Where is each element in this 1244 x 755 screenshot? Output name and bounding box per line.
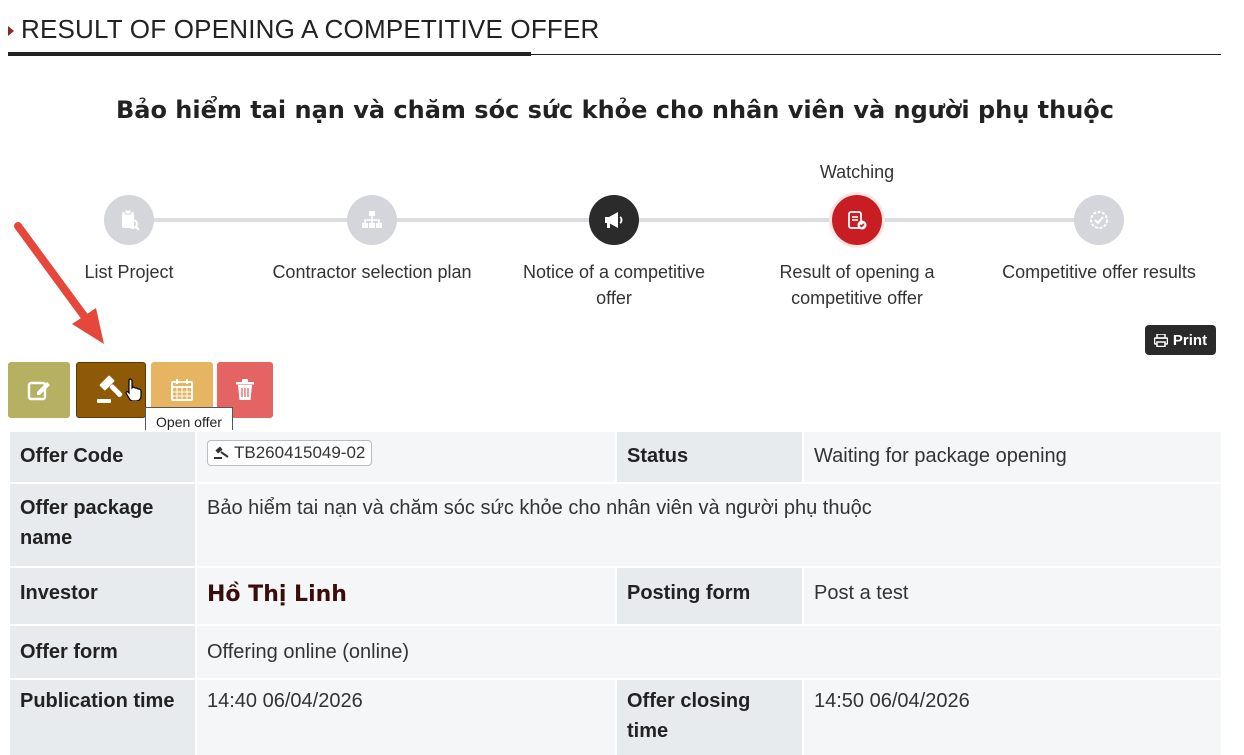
step-label: Contractor selection plan [272,262,472,282]
progress-stepper: Watching List Project Contractor selecti… [0,160,1244,320]
red-arrow-annotation [14,222,104,344]
table-row: Offer form Offering online (online) [8,624,1223,680]
offer-code-cell: TB260415049-02 [195,430,617,484]
calendar-icon [171,379,193,401]
title-underline [8,52,531,56]
step-contractor-selection-plan[interactable]: Contractor selection plan [262,195,482,285]
org-chart-icon [347,195,397,245]
print-button[interactable]: Print [1145,325,1216,355]
megaphone-icon [589,195,639,245]
table-row: Investor Hồ Thị Linh Posting form Post a… [8,566,1223,626]
package-name-value: Bảo hiểm tai nạn và chăm sóc sức khỏe ch… [195,482,1223,568]
package-title: Bảo hiểm tai nạn và chăm sóc sức khỏe ch… [115,96,1115,124]
watching-label: Watching [819,162,895,182]
posting-form-label: Posting form [615,566,804,626]
package-name-label: Offer package name [8,482,197,568]
investor-cell: Hồ Thị Linh [195,566,617,626]
gavel-icon [214,446,229,459]
gavel-icon [97,375,123,403]
page-title: RESULT OF OPENING A COMPETITIVE OFFER [21,14,600,44]
caret-right-icon [8,26,14,36]
offer-code-value: TB260415049-02 [234,443,366,462]
offer-code-label: Offer Code [8,430,197,484]
step-notice-competitive-offer[interactable]: Notice of a competitive offer [504,195,724,311]
hand-cursor-icon [125,378,142,401]
posting-form-value: Post a test [802,566,1223,626]
page-header: RESULT OF OPENING A COMPETITIVE OFFER [8,10,1221,56]
investor-label: Investor [8,566,197,626]
offer-code-badge[interactable]: TB260415049-02 [207,440,373,466]
status-label: Status [615,430,804,484]
step-competitive-offer-results[interactable]: Competitive offer results [989,195,1209,285]
table-row: Publication time 14:40 06/04/2026 Offer … [8,678,1223,755]
step-label: Notice of a competitive offer [522,262,706,308]
edit-button[interactable] [8,362,70,418]
verified-badge-icon [1074,195,1124,245]
step-label: Result of opening a competitive offer [779,262,935,308]
publication-time-value: 14:40 06/04/2026 [195,678,617,755]
print-label: Print [1172,331,1208,349]
trash-icon [236,379,254,400]
offer-details-table: Offer Code TB260415049-02 Status Waiting… [8,430,1223,755]
table-row: Offer package name Bảo hiểm tai nạn và c… [8,482,1223,568]
offer-form-label: Offer form [8,624,197,680]
closing-time-label: Offer closing time [615,678,804,755]
publication-time-label: Publication time [8,678,197,755]
edit-icon [27,381,50,401]
closing-time-value: 14:50 06/04/2026 [802,678,1223,755]
offer-form-value: Offering online (online) [195,624,1223,680]
clipboard-check-icon [832,195,882,245]
investor-value: Hồ Thị Linh [207,582,347,607]
table-row: Offer Code TB260415049-02 Status Waiting… [8,430,1223,484]
step-label: Competitive offer results [1002,262,1196,282]
printer-icon [1153,333,1168,347]
status-value: Waiting for package opening [802,430,1223,484]
step-result-opening-offer[interactable]: Result of opening a competitive offer [747,195,967,311]
